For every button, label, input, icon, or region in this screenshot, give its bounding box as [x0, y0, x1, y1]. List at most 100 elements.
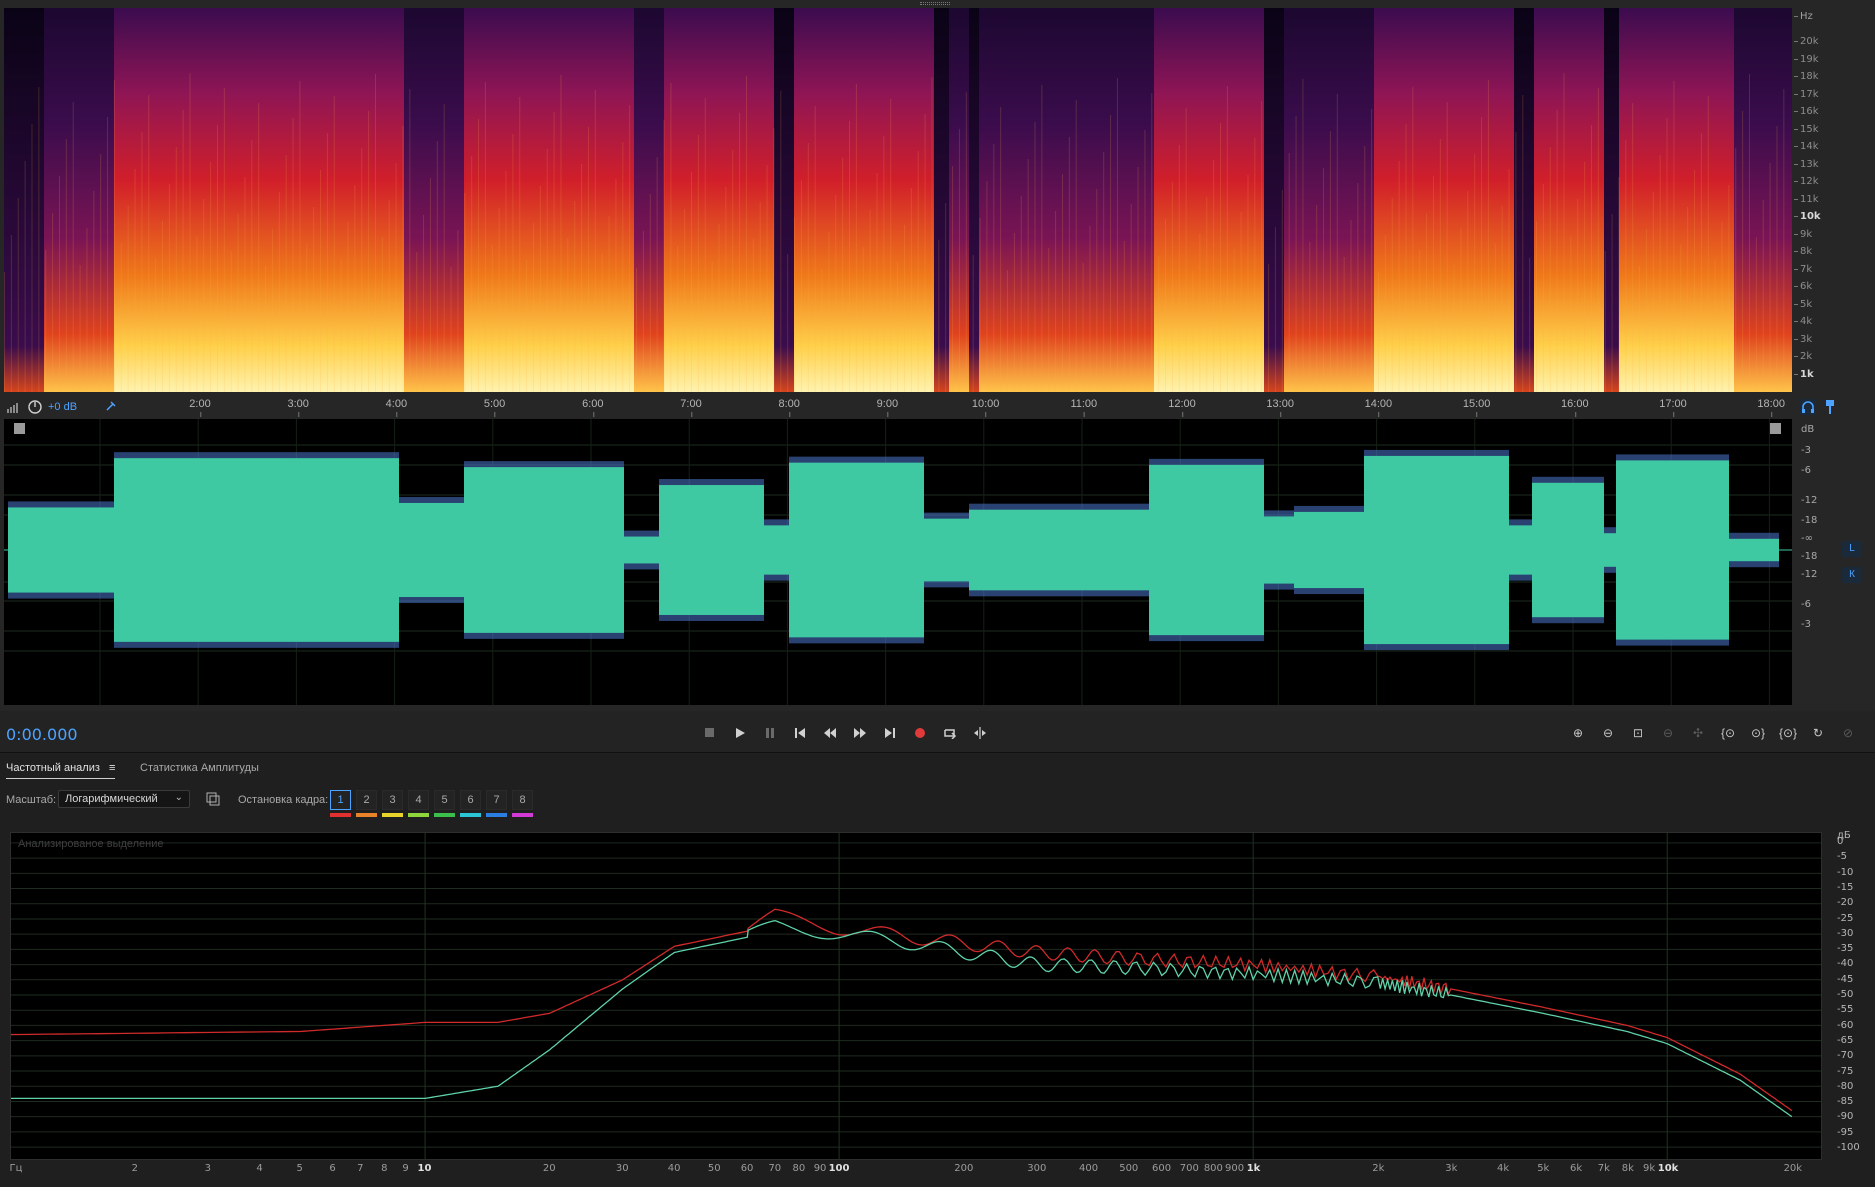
zoom-both-button[interactable]: {⊙} [1777, 723, 1799, 743]
gain-knob-icon[interactable] [27, 399, 43, 415]
spectrogram-band [1374, 8, 1514, 392]
zoom-center-button[interactable]: ✣ [1687, 723, 1709, 743]
time-tick-label: 14:00 [1364, 398, 1393, 417]
rotate-icon: ↻ [1812, 726, 1824, 740]
frequency-tick-label: 3k [1445, 1163, 1458, 1174]
db-tick-label: 0 [1837, 836, 1844, 847]
marker-icon[interactable] [1822, 399, 1838, 415]
frequency-tick-label: 4 [256, 1163, 263, 1174]
frequency-tick-label: 900 [1225, 1163, 1245, 1174]
frequency-tick-label: 4k [1497, 1163, 1510, 1174]
db-tick-label: -45 [1837, 973, 1854, 985]
loop-button[interactable] [940, 723, 960, 743]
zoom-in-left-icon: {⊙ [1720, 726, 1736, 740]
analysis-caption: Анализированое выделение [18, 838, 164, 850]
zoom-to-fit-button[interactable]: ⊡ [1627, 723, 1649, 743]
channel-right-toggle[interactable]: К [1842, 567, 1862, 583]
fast-forward-button[interactable] [850, 723, 870, 743]
panel-resize-grip[interactable] [920, 2, 950, 5]
copy-icon[interactable] [206, 792, 220, 806]
go-to-end-button[interactable] [880, 723, 900, 743]
time-tick-label: 8:00 [778, 398, 800, 417]
db-tick-label: -12 [1801, 569, 1818, 580]
db-tick-label: -90 [1837, 1111, 1854, 1123]
db-tick-label: -70 [1837, 1050, 1854, 1062]
play-icon [736, 728, 745, 738]
spectrogram[interactable] [4, 8, 1792, 392]
spectrogram-band [464, 8, 634, 392]
headphones-icon[interactable] [1800, 399, 1816, 415]
gain-value[interactable]: +0 dB [48, 401, 77, 413]
db-tick-label: -85 [1837, 1096, 1854, 1108]
zoom-selection-button[interactable]: ⊖ [1657, 723, 1679, 743]
db-tick-label: -100 [1837, 1142, 1860, 1153]
pause-button[interactable] [760, 723, 780, 743]
spectrogram-band [1534, 8, 1604, 392]
skip-selection-button[interactable] [970, 723, 990, 743]
zoom-out-icon: ⊖ [1602, 726, 1614, 740]
hz-tick-label: 8k [1793, 246, 1813, 257]
zoom-out-right-button[interactable]: ⊙} [1747, 723, 1769, 743]
zoom-in-amplitude-button[interactable]: ⊕ [1567, 723, 1589, 743]
channel-left-toggle[interactable]: L [1842, 541, 1862, 557]
freeze-frame-color [486, 813, 507, 817]
menu-icon[interactable]: ≡ [109, 762, 115, 774]
time-tick-label: 15:00 [1462, 398, 1491, 417]
frequency-tick-label: 9 [402, 1163, 409, 1174]
hz-unit-label: Hz [1794, 11, 1813, 22]
hz-tick-label: 12k [1794, 176, 1819, 187]
frequency-plot[interactable] [10, 832, 1822, 1160]
zoom-in-left-button[interactable]: {⊙ [1717, 723, 1739, 743]
skip-selection-icon [974, 727, 986, 739]
frequency-tick-label: 40 [667, 1163, 681, 1174]
record-button[interactable] [910, 723, 930, 743]
freeze-frame-button[interactable]: 7 [486, 790, 507, 810]
waveform-view[interactable]: dB -3 -6 -12 -18 -∞ -18 -12 -6 -3 L К [0, 417, 1875, 711]
signal-bars-icon[interactable] [6, 399, 22, 415]
tab-label: Частотный анализ [6, 762, 100, 774]
fade-in-handle-icon[interactable] [14, 423, 25, 434]
tab-frequency-analysis[interactable]: Частотный анализ ≡ [6, 762, 116, 779]
pin-icon[interactable] [102, 399, 118, 415]
stop-button[interactable] [700, 723, 720, 743]
scale-dropdown[interactable]: Логарифмический ⌄ [58, 790, 190, 808]
skip-back-icon [795, 728, 805, 738]
freeze-frame-button[interactable]: 5 [434, 790, 455, 810]
freeze-frame-button[interactable]: 1 [330, 790, 351, 810]
freeze-frame-button[interactable]: 6 [460, 790, 481, 810]
waveform[interactable] [4, 419, 1792, 705]
freeze-frame-button[interactable]: 3 [382, 790, 403, 810]
freeze-frame-button[interactable]: 4 [408, 790, 429, 810]
frequency-graph[interactable]: Анализированое выделение дБ 0 -5 -10 -15 -20… [10, 830, 1872, 1174]
db-tick-label: -40 [1837, 958, 1854, 970]
go-to-start-button[interactable] [790, 723, 810, 743]
hz-tick-label: 11k [1794, 193, 1819, 205]
fade-out-handle-icon[interactable] [1770, 423, 1781, 434]
zoom-disabled-button[interactable]: ⊘ [1837, 723, 1859, 743]
loop-icon [944, 729, 957, 739]
transport-bar: 0:00.000 ⊕ ⊖ ⊡ ⊖ ✣ {⊙ ⊙} {⊙} ↻ ⊘ [0, 711, 1875, 753]
time-tick-label: 4:00 [385, 398, 408, 417]
freeze-frame-button[interactable]: 8 [512, 790, 533, 810]
rewind-button[interactable] [820, 723, 840, 743]
tab-amplitude-statistics[interactable]: Статистика Амплитуды [140, 762, 259, 778]
zoom-reset-button[interactable]: ↻ [1807, 723, 1829, 743]
db-tick-label: -20 [1837, 897, 1854, 909]
zoom-center-icon: ✣ [1692, 726, 1704, 740]
freeze-frame-color [434, 813, 455, 817]
db-tick-label: -60 [1837, 1019, 1854, 1031]
db-tick-label: -80 [1837, 1080, 1854, 1092]
play-button[interactable] [730, 723, 750, 743]
hz-tick-label: 7k [1793, 263, 1813, 275]
zoom-out-right-icon: ⊙} [1750, 726, 1766, 740]
frequency-tick-label: 300 [1027, 1163, 1047, 1174]
freeze-frame-button[interactable]: 2 [356, 790, 377, 810]
timeline-ruler[interactable]: +0 dB 2:00 3:00 4:00 5:00 6:00 7:00 8:00 9:00 10… [0, 397, 1875, 417]
spectral-view[interactable]: Hz 20k 19k 18k 17k 16k 15k 14k 13k 12k 11k 10k 9k 8k… [0, 0, 1875, 397]
frequency-tick-label: 100 [828, 1163, 850, 1174]
current-time[interactable]: 0:00.000 [6, 725, 78, 744]
zoom-out-amplitude-button[interactable]: ⊖ [1597, 723, 1619, 743]
frequency-scale: Hz 20k 19k 18k 17k 16k 15k 14k 13k 12k 11k 10k 9k 8k… [1793, 8, 1854, 392]
db-tick-label: -75 [1837, 1065, 1854, 1077]
freeze-frame-color [330, 813, 351, 817]
